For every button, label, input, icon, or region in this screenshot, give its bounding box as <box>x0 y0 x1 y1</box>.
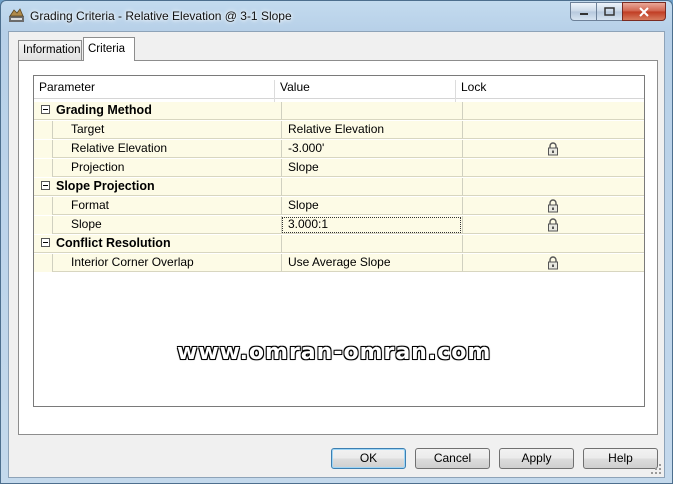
collapse-icon[interactable] <box>41 105 50 114</box>
maximize-icon <box>604 7 615 16</box>
close-button[interactable] <box>622 2 666 21</box>
value-cell[interactable]: Use Average Slope <box>281 254 462 272</box>
cancel-button[interactable]: Cancel <box>415 448 490 469</box>
ok-button[interactable]: OK <box>331 448 406 469</box>
criteria-panel: Parameter Value Lock Grading Method Targ… <box>18 60 658 435</box>
minimize-button[interactable] <box>570 2 596 21</box>
value-cell[interactable]: Slope <box>281 159 462 177</box>
grid-header: Parameter Value Lock <box>34 76 644 102</box>
lock-icon[interactable] <box>547 199 559 213</box>
value-cell[interactable]: Slope <box>281 197 462 215</box>
parameter-cell: Target <box>52 121 281 139</box>
table-row[interactable]: Relative Elevation -3.000' <box>34 140 644 158</box>
column-header-parameter[interactable]: Parameter <box>39 80 95 94</box>
lock-cell[interactable] <box>462 159 644 177</box>
column-header-lock[interactable]: Lock <box>461 80 486 94</box>
lock-cell[interactable] <box>462 121 644 139</box>
parameter-cell: Relative Elevation <box>52 140 281 158</box>
group-row-conflict-resolution[interactable]: Conflict Resolution <box>34 235 644 253</box>
resize-grip-icon[interactable] <box>650 463 662 475</box>
parameter-cell: Projection <box>52 159 281 177</box>
table-row[interactable]: Interior Corner Overlap Use Average Slop… <box>34 254 644 272</box>
dialog-body: Information Criteria Parameter Value Loc… <box>8 31 665 478</box>
lock-cell[interactable] <box>462 197 644 215</box>
lock-icon[interactable] <box>547 142 559 156</box>
watermark-text: www.omran-omran.com <box>177 340 492 365</box>
dialog-window: Grading Criteria - Relative Elevation @ … <box>0 0 673 484</box>
lock-cell[interactable] <box>462 216 644 234</box>
table-row[interactable]: Slope 3.000:1 <box>34 216 644 234</box>
tab-information[interactable]: Information <box>18 40 82 60</box>
group-row-grading-method[interactable]: Grading Method <box>34 102 644 120</box>
parameter-cell: Format <box>52 197 281 215</box>
help-button[interactable]: Help <box>583 448 658 469</box>
maximize-button[interactable] <box>596 2 622 21</box>
group-label: Conflict Resolution <box>34 235 281 253</box>
minimize-icon <box>579 12 588 15</box>
group-label: Grading Method <box>34 102 281 120</box>
value-cell-focused[interactable]: 3.000:1 <box>281 216 462 234</box>
collapse-icon[interactable] <box>41 181 50 190</box>
lock-icon[interactable] <box>547 218 559 232</box>
lock-cell[interactable] <box>462 140 644 158</box>
app-icon <box>9 8 24 22</box>
table-row[interactable]: Target Relative Elevation <box>34 121 644 139</box>
value-cell[interactable]: -3.000' <box>281 140 462 158</box>
window-title: Grading Criteria - Relative Elevation @ … <box>30 9 292 23</box>
group-row-slope-projection[interactable]: Slope Projection <box>34 178 644 196</box>
table-row[interactable]: Format Slope <box>34 197 644 215</box>
collapse-icon[interactable] <box>41 238 50 247</box>
parameter-cell: Interior Corner Overlap <box>52 254 281 272</box>
parameter-cell: Slope <box>52 216 281 234</box>
column-header-value[interactable]: Value <box>280 80 310 94</box>
table-row[interactable]: Projection Slope <box>34 159 644 177</box>
lock-cell[interactable] <box>462 254 644 272</box>
title-bar[interactable]: Grading Criteria - Relative Elevation @ … <box>1 1 672 31</box>
lock-icon[interactable] <box>547 256 559 270</box>
close-icon <box>639 6 649 17</box>
apply-button[interactable]: Apply <box>499 448 574 469</box>
value-cell[interactable]: Relative Elevation <box>281 121 462 139</box>
group-label: Slope Projection <box>34 178 281 196</box>
tab-criteria[interactable]: Criteria <box>83 37 135 61</box>
